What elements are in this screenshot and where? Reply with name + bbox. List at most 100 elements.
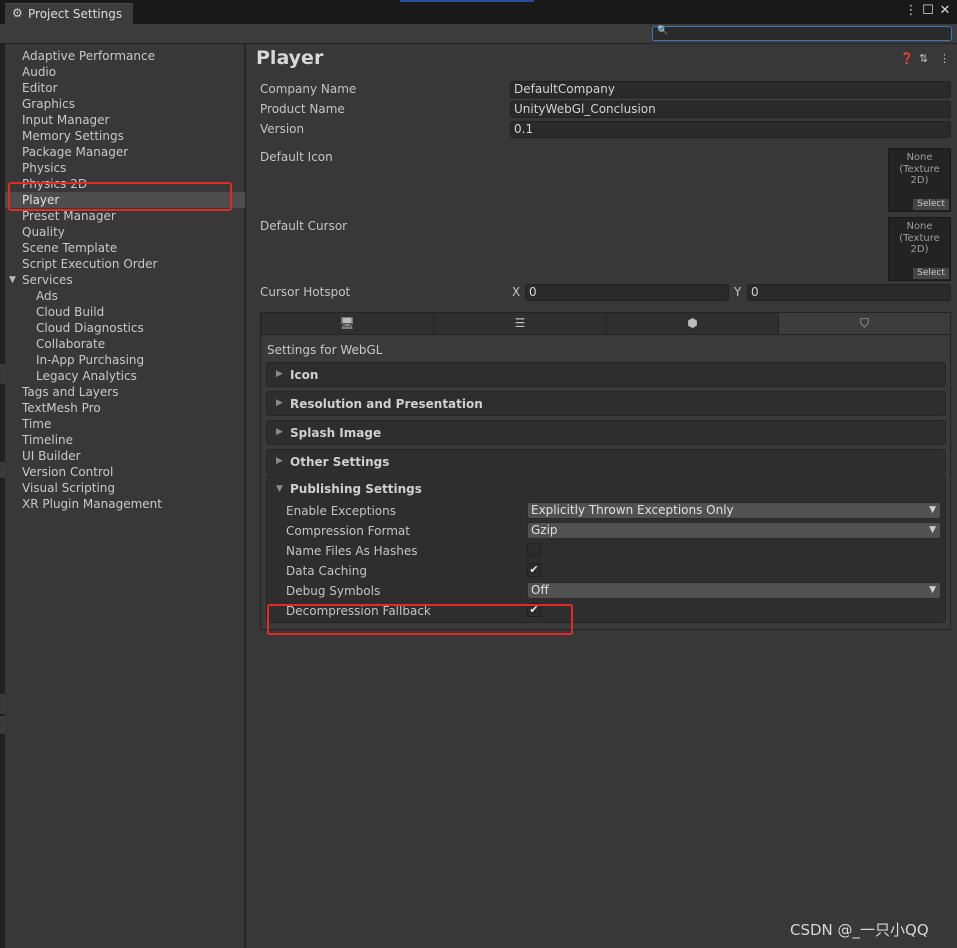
sidebar-item[interactable]: UI Builder: [5, 448, 245, 464]
sidebar-item[interactable]: Audio: [5, 64, 245, 80]
sidebar-item[interactable]: Tags and Layers: [5, 384, 245, 400]
foldout-other[interactable]: ▶ Other Settings: [266, 449, 946, 474]
sidebar-item-label: Time: [22, 417, 52, 431]
chevron-down-icon[interactable]: ▼: [9, 272, 16, 288]
search-icon: 🔍: [657, 26, 669, 36]
settings-for-label: Settings for WebGL: [267, 343, 383, 357]
name-files-label: Name Files As Hashes: [286, 544, 418, 558]
sidebar-item[interactable]: Cloud Diagnostics: [5, 320, 245, 336]
publishing-title[interactable]: Publishing Settings: [290, 482, 422, 496]
publishing-settings: ▼ Publishing Settings Enable Exceptions …: [266, 475, 946, 623]
window-tab-title: Project Settings: [28, 7, 123, 21]
preset-icon[interactable]: ⇅: [919, 52, 928, 65]
data-caching-checkbox[interactable]: ✔: [527, 563, 541, 577]
foldout-title: Resolution and Presentation: [290, 397, 483, 411]
foldout-resolution[interactable]: ▶ Resolution and Presentation: [266, 391, 946, 416]
window-tab[interactable]: ⚙ Project Settings: [5, 3, 133, 24]
sidebar-item[interactable]: Timeline: [5, 432, 245, 448]
sidebar-item-label: Ads: [36, 289, 58, 303]
debug-symbols-dropdown[interactable]: Off ▼: [527, 582, 941, 599]
hotspot-x-field[interactable]: 0: [525, 284, 729, 301]
tab-standalone[interactable]: 🖥: [261, 313, 434, 334]
sidebar-item-label: Memory Settings: [22, 129, 124, 143]
title-bar: ⚙ Project Settings ⋮ ☐ ✕: [0, 0, 957, 24]
sidebar-item-label: XR Plugin Management: [22, 497, 162, 511]
select-button[interactable]: Select: [913, 199, 949, 210]
sidebar-item-label: Input Manager: [22, 113, 110, 127]
sidebar-item[interactable]: Physics: [5, 160, 245, 176]
sidebar-item[interactable]: Quality: [5, 224, 245, 240]
sidebar-item[interactable]: TextMesh Pro: [5, 400, 245, 416]
sidebar-item[interactable]: Input Manager: [5, 112, 245, 128]
compression-format-label: Compression Format: [286, 524, 410, 538]
tab-android[interactable]: ⬢: [607, 313, 779, 334]
tab-server[interactable]: ☰: [434, 313, 607, 334]
foldout-icon[interactable]: ▶ Icon: [266, 362, 946, 387]
default-icon-label: Default Icon: [260, 150, 333, 164]
settings-sidebar: Adaptive Performance Audio Editor Graphics I…: [5, 44, 245, 948]
chevron-right-icon: ▶: [276, 369, 283, 379]
sidebar-item[interactable]: ▼ Services: [5, 272, 245, 288]
sidebar-item[interactable]: Cloud Build: [5, 304, 245, 320]
highlight-box-decompression: [267, 604, 573, 635]
name-files-checkbox[interactable]: [527, 543, 541, 557]
chevron-down-icon: ▼: [929, 585, 936, 595]
hotspot-x-label: X: [512, 285, 521, 299]
product-name-label: Product Name: [260, 102, 345, 116]
sidebar-item[interactable]: XR Plugin Management: [5, 496, 245, 512]
tab-webgl[interactable]: ⛉: [779, 313, 950, 334]
sidebar-item[interactable]: Collaborate: [5, 336, 245, 352]
menu-icon[interactable]: ⋮: [904, 3, 918, 19]
foldout-splash[interactable]: ▶ Splash Image: [266, 420, 946, 445]
company-name-label: Company Name: [260, 82, 357, 96]
sidebar-item-label: Script Execution Order: [22, 257, 158, 271]
sidebar-item[interactable]: Memory Settings: [5, 128, 245, 144]
search-input[interactable]: 🔍: [652, 26, 952, 41]
help-icon[interactable]: ❓: [900, 52, 914, 65]
sidebar-item[interactable]: In-App Purchasing: [5, 352, 245, 368]
sidebar-item[interactable]: Graphics: [5, 96, 245, 112]
cursor-hotspot-label: Cursor Hotspot: [260, 285, 351, 299]
sidebar-item[interactable]: Editor: [5, 80, 245, 96]
chevron-down-icon: ▼: [929, 505, 936, 515]
company-name-field[interactable]: DefaultCompany: [510, 81, 951, 98]
sidebar-item-label: Timeline: [22, 433, 74, 447]
sidebar-item[interactable]: Legacy Analytics: [5, 368, 245, 384]
foldout-title: Icon: [290, 368, 319, 382]
sidebar-item[interactable]: Visual Scripting: [5, 480, 245, 496]
default-cursor-slot[interactable]: None (Texture 2D) Select: [888, 217, 951, 281]
sidebar-item[interactable]: Version Control: [5, 464, 245, 480]
page-title: Player: [256, 47, 324, 69]
player-panel: Player ❓ ⇅ ⋮ Company Name DefaultCompany…: [246, 44, 957, 948]
sidebar-item-label: Audio: [22, 65, 57, 79]
sidebar-item[interactable]: Scene Template: [5, 240, 245, 256]
sidebar-item[interactable]: Package Manager: [5, 144, 245, 160]
texture-type-text: (Texture 2D): [899, 164, 940, 186]
sidebar-item[interactable]: Time: [5, 416, 245, 432]
enable-exceptions-dropdown[interactable]: Explicitly Thrown Exceptions Only ▼: [527, 502, 941, 519]
chevron-down-icon[interactable]: ▼: [276, 484, 283, 494]
maximize-icon[interactable]: ☐: [921, 3, 935, 19]
sidebar-item-label: In-App Purchasing: [36, 353, 145, 367]
sidebar-item[interactable]: Ads: [5, 288, 245, 304]
texture-none-text: None: [906, 221, 933, 232]
more-icon[interactable]: ⋮: [939, 52, 950, 65]
hotspot-y-label: Y: [734, 285, 742, 299]
sidebar-item-label: Scene Template: [22, 241, 118, 255]
version-field[interactable]: 0.1: [510, 121, 951, 138]
close-icon[interactable]: ✕: [938, 3, 952, 19]
highlight-box-player: [8, 182, 232, 211]
sidebar-item-label: Collaborate: [36, 337, 106, 351]
enable-exceptions-label: Enable Exceptions: [286, 504, 396, 518]
texture-none-text: None: [906, 152, 933, 163]
select-button[interactable]: Select: [913, 268, 949, 279]
chevron-right-icon: ▶: [276, 398, 283, 408]
hotspot-y-field[interactable]: 0: [747, 284, 951, 301]
product-name-field[interactable]: UnityWebGl_Conclusion: [510, 101, 951, 118]
version-label: Version: [260, 122, 305, 136]
compression-format-dropdown[interactable]: Gzip ▼: [527, 522, 941, 539]
dropdown-value: Off: [531, 583, 549, 597]
sidebar-item[interactable]: Adaptive Performance: [5, 48, 245, 64]
default-icon-slot[interactable]: None (Texture 2D) Select: [888, 148, 951, 212]
sidebar-item[interactable]: Script Execution Order: [5, 256, 245, 272]
